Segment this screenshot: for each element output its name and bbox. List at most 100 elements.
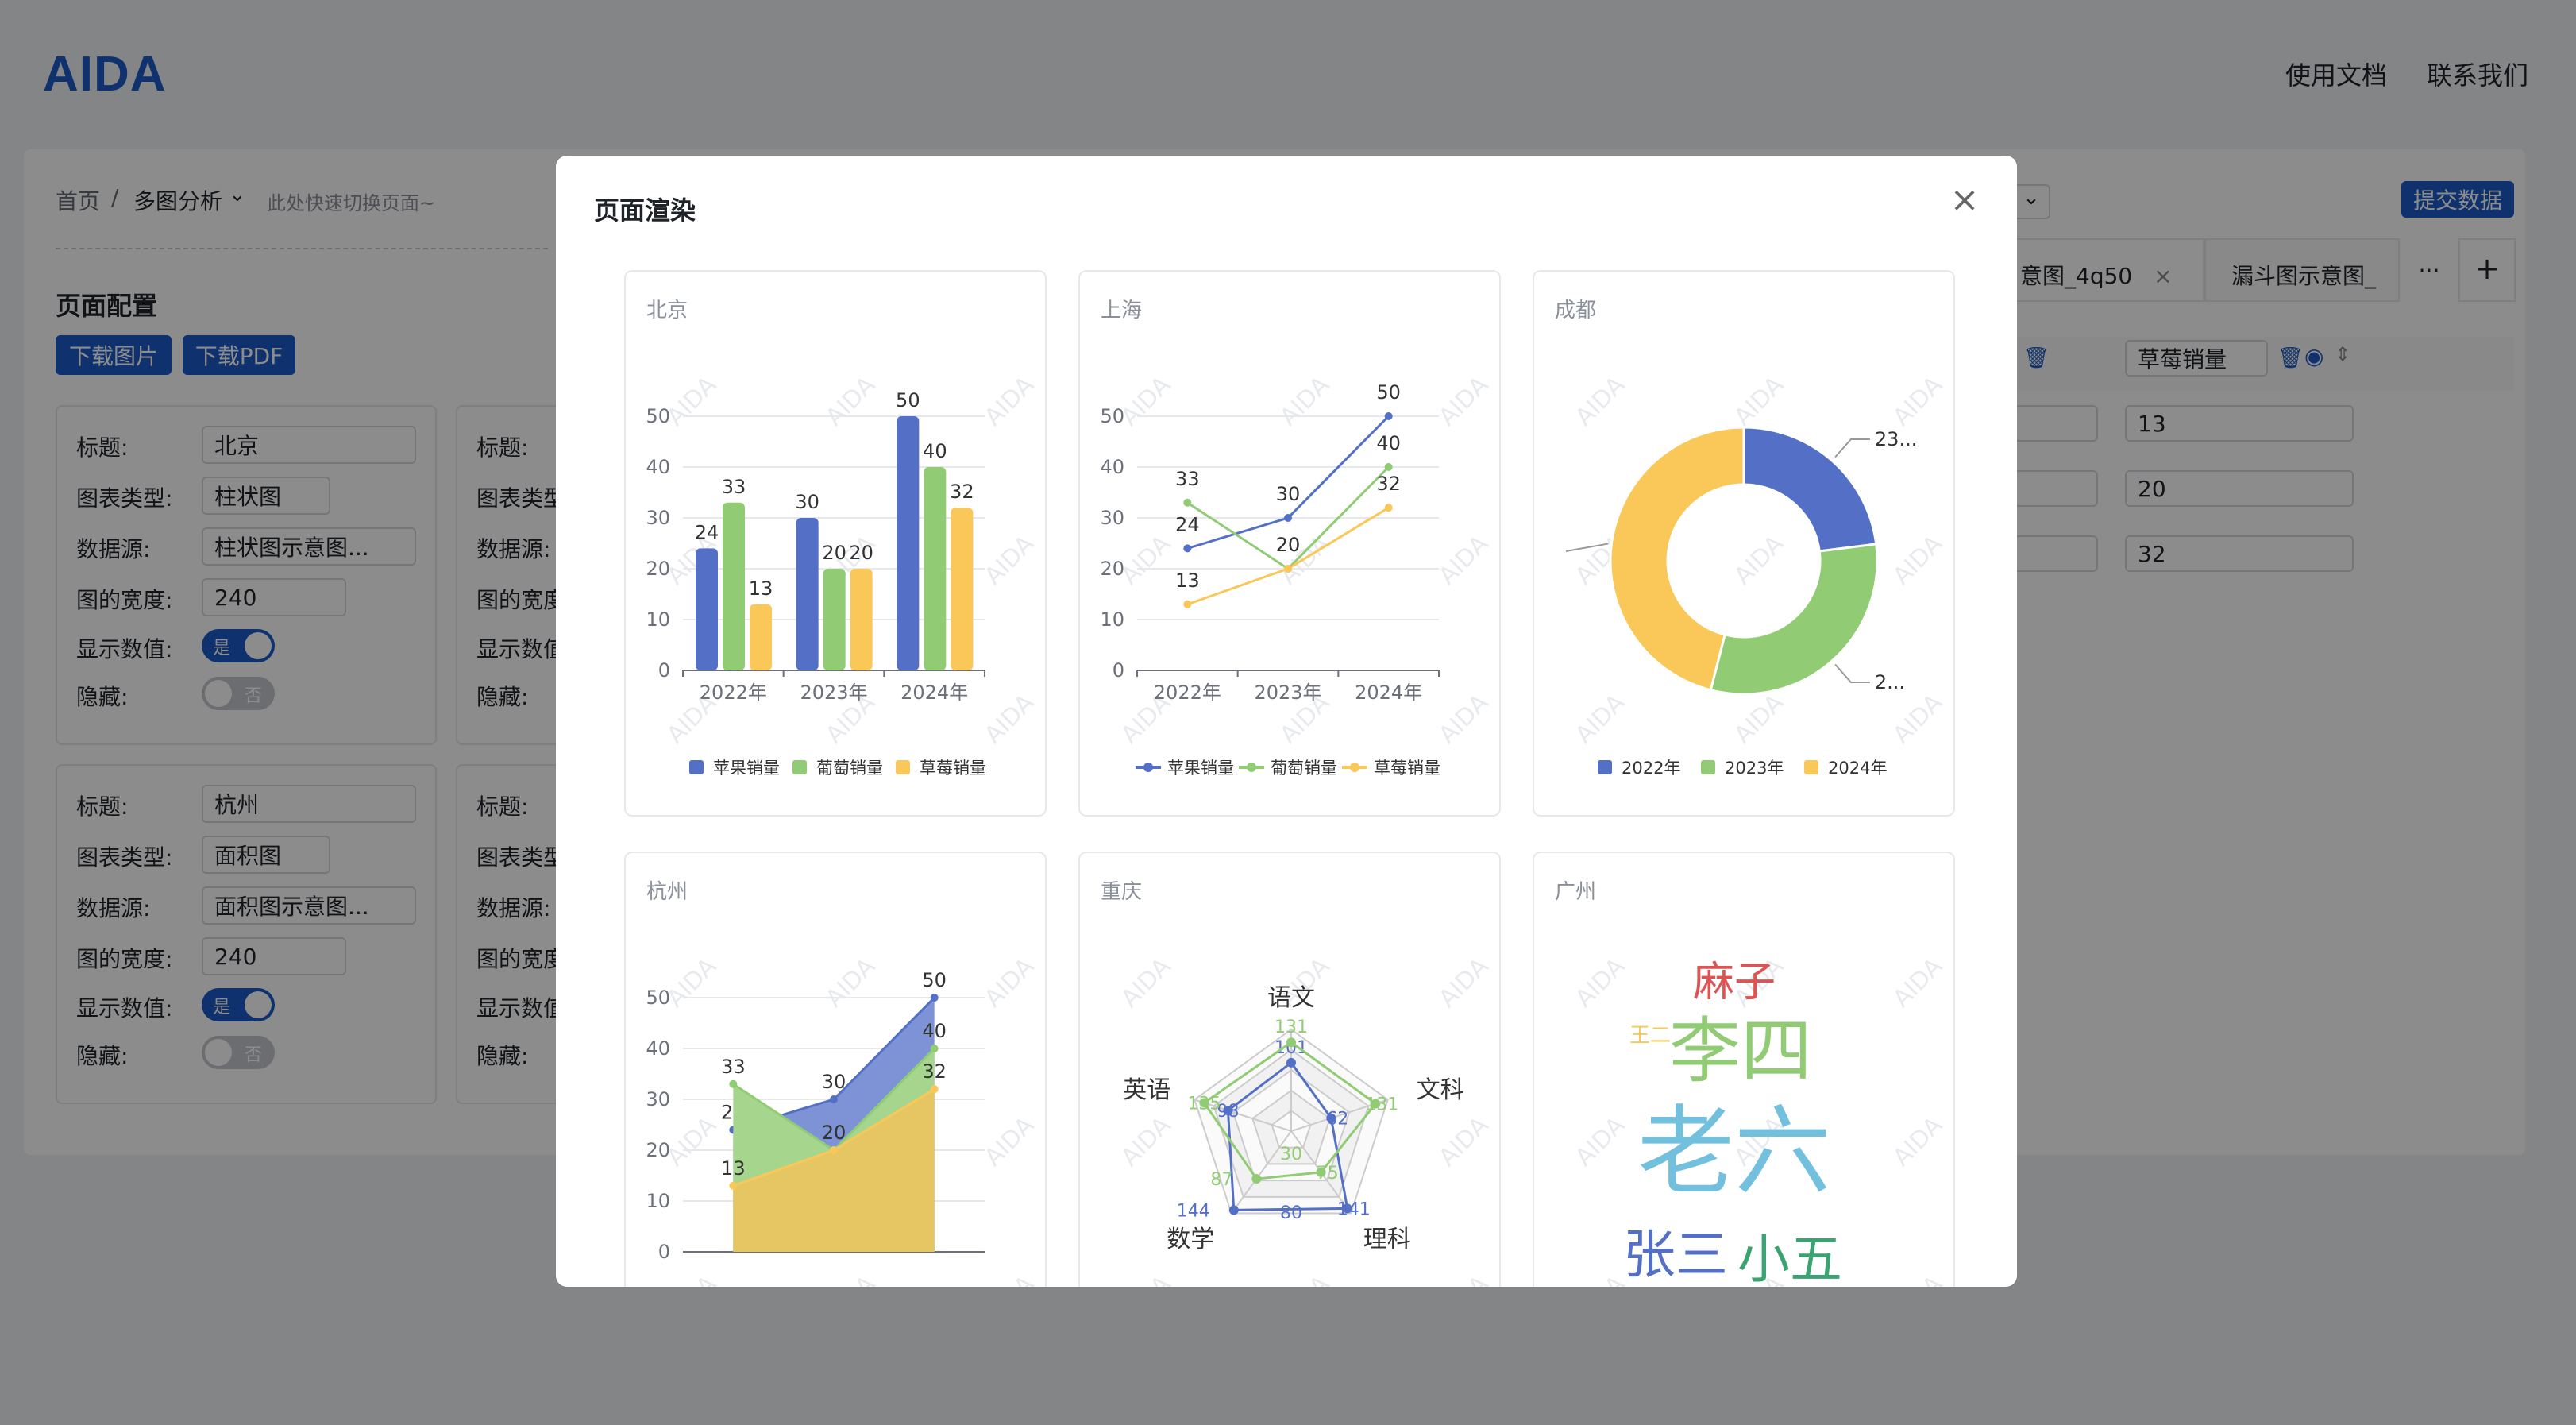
- data-label: 30: [1280, 1145, 1302, 1164]
- data-label: 20: [822, 1122, 846, 1144]
- watermark: AIDA: [820, 952, 881, 1013]
- legend-label: 苹果销量: [1167, 759, 1234, 778]
- data-label: 141: [1337, 1199, 1371, 1219]
- y-tick-label: 20: [1100, 558, 1124, 580]
- radar-indicator: 理科: [1363, 1226, 1411, 1253]
- watermark: AIDA: [1433, 1270, 1494, 1287]
- data-label: 13: [721, 1157, 746, 1180]
- watermark: AIDA: [1433, 530, 1494, 590]
- chart-title: 重庆: [1101, 880, 1143, 904]
- y-tick-label: 10: [1100, 608, 1124, 631]
- bar-chart: AIDA AIDA AIDAAIDA AIDA AIDAAIDA AIDA AIDA0102…: [646, 371, 1039, 778]
- watermark: AIDA: [979, 689, 1039, 749]
- legend-label: 2022年: [1622, 759, 1680, 778]
- watermark: AIDA: [1729, 371, 1789, 431]
- y-tick-label: 30: [646, 507, 670, 529]
- chart-title: 杭州: [646, 880, 688, 904]
- word: 小五: [1737, 1229, 1842, 1287]
- watermark: AIDA: [661, 1111, 722, 1172]
- y-tick-label: 10: [646, 608, 670, 631]
- chart-title: 北京: [646, 299, 688, 322]
- data-label: 33: [722, 476, 746, 498]
- x-tick-label: 2022年: [700, 682, 767, 704]
- chart-card-chongqing: 重庆 AIDAAIDAAIDAAIDAAIDAAIDAAIDAAIDAAIDA语…: [1078, 852, 1501, 1287]
- modal-title: 页面渲染: [594, 195, 696, 226]
- y-tick-label: 50: [646, 405, 670, 427]
- chart-title: 上海: [1101, 299, 1143, 322]
- watermark: AIDA: [1570, 689, 1630, 749]
- data-point: [1183, 544, 1192, 553]
- data-point: [1228, 1205, 1239, 1215]
- watermark: AIDA: [1275, 1270, 1335, 1287]
- data-point: [1286, 1037, 1296, 1048]
- bar: [750, 604, 772, 670]
- y-tick-label: 10: [646, 1190, 670, 1212]
- legend-marker: [1804, 760, 1818, 774]
- legend-label: 草莓销量: [920, 759, 986, 778]
- data-point: [1251, 1174, 1262, 1184]
- watermark: AIDA: [1433, 371, 1494, 431]
- word: 李四: [1669, 1010, 1812, 1093]
- data-point: [1286, 1057, 1296, 1068]
- data-label: 13: [1175, 570, 1200, 592]
- watermark: AIDA: [1275, 371, 1335, 431]
- watermark: AIDA: [1888, 1270, 1948, 1287]
- data-label: 24: [1175, 513, 1200, 535]
- bar: [723, 502, 745, 670]
- y-tick-label: 50: [1100, 405, 1124, 427]
- label-line: [1834, 663, 1870, 684]
- watermark: AIDA: [1570, 371, 1630, 431]
- data-label: 33: [721, 1056, 746, 1078]
- legend-label: 2023年: [1725, 759, 1784, 778]
- slice-label: 2...: [1875, 671, 1905, 693]
- x-tick-label: 2023年: [800, 682, 867, 704]
- word: 张三: [1623, 1224, 1728, 1285]
- x-tick-label: 2024年: [1355, 682, 1422, 704]
- pie-slice: [1742, 426, 1878, 553]
- data-point: [729, 1079, 738, 1088]
- y-tick-label: 50: [646, 987, 670, 1009]
- bar: [850, 569, 873, 670]
- data-label: 30: [795, 491, 819, 513]
- close-icon[interactable]: ×: [1944, 180, 1985, 221]
- data-label: 62: [1326, 1110, 1348, 1130]
- bar: [951, 508, 974, 670]
- word: 麻子: [1693, 959, 1776, 1006]
- data-point: [1284, 565, 1292, 573]
- x-tick-label: 2023年: [1254, 682, 1321, 704]
- watermark: AIDA: [1116, 371, 1176, 431]
- radar-indicator: 语文: [1267, 984, 1315, 1012]
- watermark: AIDA: [1116, 1270, 1176, 1287]
- data-label: 20: [849, 542, 873, 564]
- data-point: [930, 1085, 939, 1094]
- data-point: [930, 1045, 939, 1052]
- watermark: AIDA: [1888, 689, 1948, 749]
- chart-title: 成都: [1555, 299, 1597, 322]
- bar: [796, 518, 819, 670]
- word-cloud: AIDAAIDAAIDAAIDAAIDAAIDAAIDAAIDAAIDA麻子李四…: [1570, 952, 1948, 1287]
- data-point: [1384, 412, 1393, 420]
- radar-indicator: 英语: [1123, 1076, 1170, 1104]
- legend-marker: [1143, 763, 1153, 772]
- legend-label: 2024年: [1828, 759, 1887, 778]
- watermark: AIDA: [820, 1270, 881, 1287]
- data-label: 144: [1177, 1201, 1210, 1221]
- watermark: AIDA: [979, 371, 1039, 431]
- data-point: [729, 1181, 738, 1190]
- data-label: 32: [950, 481, 974, 503]
- watermark: AIDA: [979, 1270, 1039, 1287]
- watermark: AIDA: [1433, 952, 1494, 1013]
- y-tick-label: 0: [1113, 659, 1124, 682]
- watermark: AIDA: [1433, 1111, 1494, 1172]
- bar: [924, 467, 947, 670]
- watermark: AIDA: [661, 952, 722, 1013]
- legend-marker: [1598, 760, 1612, 774]
- data-label: 20: [822, 542, 846, 564]
- legend-label: 苹果销量: [713, 759, 780, 778]
- watermark: AIDA: [661, 371, 722, 431]
- legend-label: 葡萄销量: [816, 759, 883, 778]
- line-chart: AIDA AIDA AIDAAIDA AIDA AIDAAIDA AIDA AIDA0102…: [1100, 371, 1494, 778]
- legend-marker: [1701, 760, 1715, 774]
- bar: [897, 416, 920, 670]
- y-tick-label: 30: [646, 1088, 670, 1110]
